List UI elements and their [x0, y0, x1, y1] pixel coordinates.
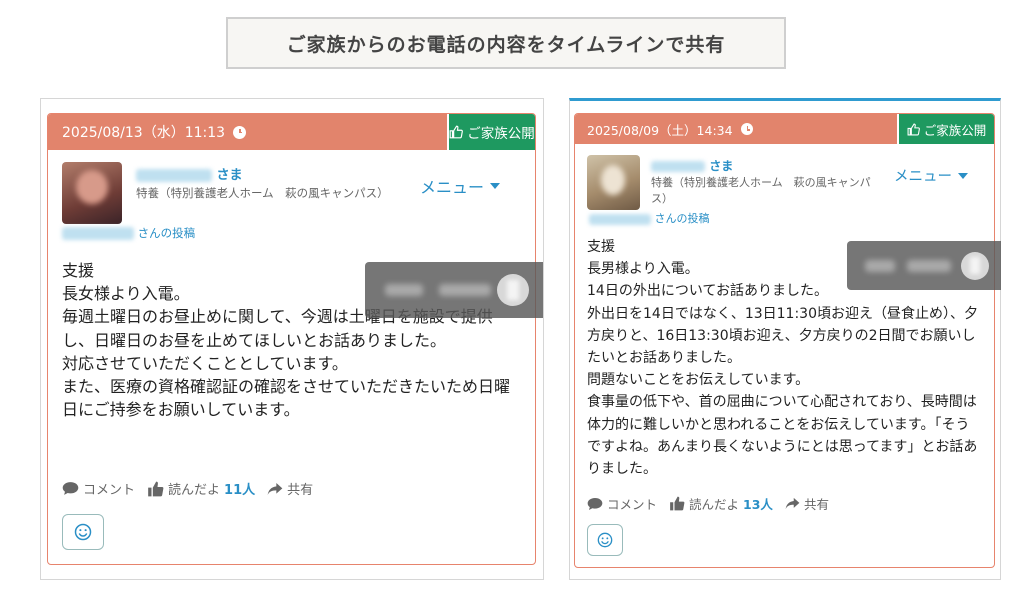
comment-button[interactable]: コメント	[62, 479, 135, 498]
reader-name-redacted	[865, 260, 895, 272]
resident-suffix: さま	[709, 159, 734, 173]
menu-label: メニュー	[894, 169, 952, 185]
reader-popup	[365, 262, 543, 318]
reaction-button[interactable]	[62, 514, 104, 550]
clock-icon	[233, 125, 247, 139]
date-bar: 2025/08/09（土）14:34	[575, 114, 897, 144]
reader-name-redacted	[439, 284, 491, 296]
family-public-button[interactable]: ご家族公開	[449, 114, 535, 150]
comment-label: コメント	[83, 483, 136, 498]
resident-avatar[interactable]	[587, 155, 640, 210]
comment-label: コメント	[607, 497, 658, 512]
share-button[interactable]: 共有	[267, 479, 313, 498]
resident-name[interactable]: さま	[136, 164, 243, 183]
public-label: ご家族公開	[467, 126, 535, 142]
share-label: 共有	[287, 483, 314, 498]
thumbs-up-icon	[449, 125, 464, 139]
menu-button[interactable]: メニュー	[894, 165, 968, 186]
like-label: 読んだよ	[168, 483, 221, 498]
like-count[interactable]: 11人	[224, 479, 255, 498]
resident-avatar[interactable]	[62, 162, 122, 224]
post-header: 2025/08/13（水）11:13 ご家族公開	[48, 114, 535, 150]
post-card: 2025/08/13（水）11:13 ご家族公開 さま 特養（特別養護老人ホーム…	[47, 113, 536, 565]
reaction-button[interactable]	[587, 524, 623, 556]
comment-icon	[587, 497, 603, 510]
post-date: 2025/08/13（水）11:13	[62, 125, 226, 141]
thumbs-up-icon	[907, 123, 920, 135]
family-public-button[interactable]: ご家族公開	[899, 114, 994, 144]
thumbs-up-icon	[670, 496, 685, 511]
like-count[interactable]: 13人	[743, 494, 773, 513]
resident-name-redacted	[651, 161, 705, 172]
share-button[interactable]: 共有	[785, 494, 829, 513]
post-actions: コメント 読んだよ 13人 共有	[587, 494, 841, 513]
comment-button[interactable]: コメント	[587, 494, 657, 513]
smile-icon	[74, 523, 92, 541]
poster-suffix: さんの投稿	[654, 212, 710, 225]
public-label: ご家族公開	[923, 122, 987, 138]
chevron-down-icon	[958, 172, 968, 179]
poster-name[interactable]: さんの投稿	[62, 225, 195, 241]
thumbs-up-icon	[148, 481, 164, 496]
resident-suffix: さま	[216, 168, 243, 183]
menu-label: メニュー	[420, 178, 485, 197]
poster-name-redacted	[589, 213, 651, 225]
comment-icon	[62, 482, 79, 495]
like-label: 読んだよ	[689, 497, 740, 512]
share-icon	[267, 482, 283, 495]
like-button[interactable]: 読んだよ 13人	[669, 494, 773, 513]
reader-name-redacted	[907, 260, 951, 272]
resident-name[interactable]: さま	[651, 157, 733, 174]
clock-icon	[740, 123, 753, 135]
poster-name-redacted	[62, 227, 134, 240]
reader-name-redacted	[385, 284, 423, 296]
chevron-down-icon	[490, 183, 501, 189]
share-label: 共有	[803, 497, 829, 512]
post-actions: コメント 読んだよ 11人 共有	[62, 479, 325, 498]
poster-name[interactable]: さんの投稿	[589, 210, 710, 226]
post-header: 2025/08/09（土）14:34 ご家族公開	[575, 114, 994, 144]
reader-popup	[847, 241, 1001, 290]
post-card: 2025/08/09（土）14:34 ご家族公開 さま 特養（特別養護老人ホーム…	[574, 113, 995, 568]
reader-avatar	[961, 252, 989, 280]
page-title: ご家族からのお電話の内容をタイムラインで共有	[226, 17, 786, 69]
reader-avatar	[497, 274, 529, 306]
menu-button[interactable]: メニュー	[420, 174, 501, 198]
facility-name: 特養（特別養護老人ホーム 萩の風キャンパス）	[136, 186, 389, 200]
date-bar: 2025/08/13（水）11:13	[48, 114, 447, 150]
like-button[interactable]: 読んだよ 11人	[147, 479, 255, 498]
poster-suffix: さんの投稿	[137, 226, 196, 240]
resident-name-redacted	[136, 169, 212, 182]
smile-icon	[597, 532, 613, 548]
post-date: 2025/08/09（土）14:34	[587, 122, 733, 138]
facility-name: 特養（特別養護老人ホーム 萩の風キャンパス）	[651, 176, 871, 205]
share-icon	[785, 497, 800, 510]
